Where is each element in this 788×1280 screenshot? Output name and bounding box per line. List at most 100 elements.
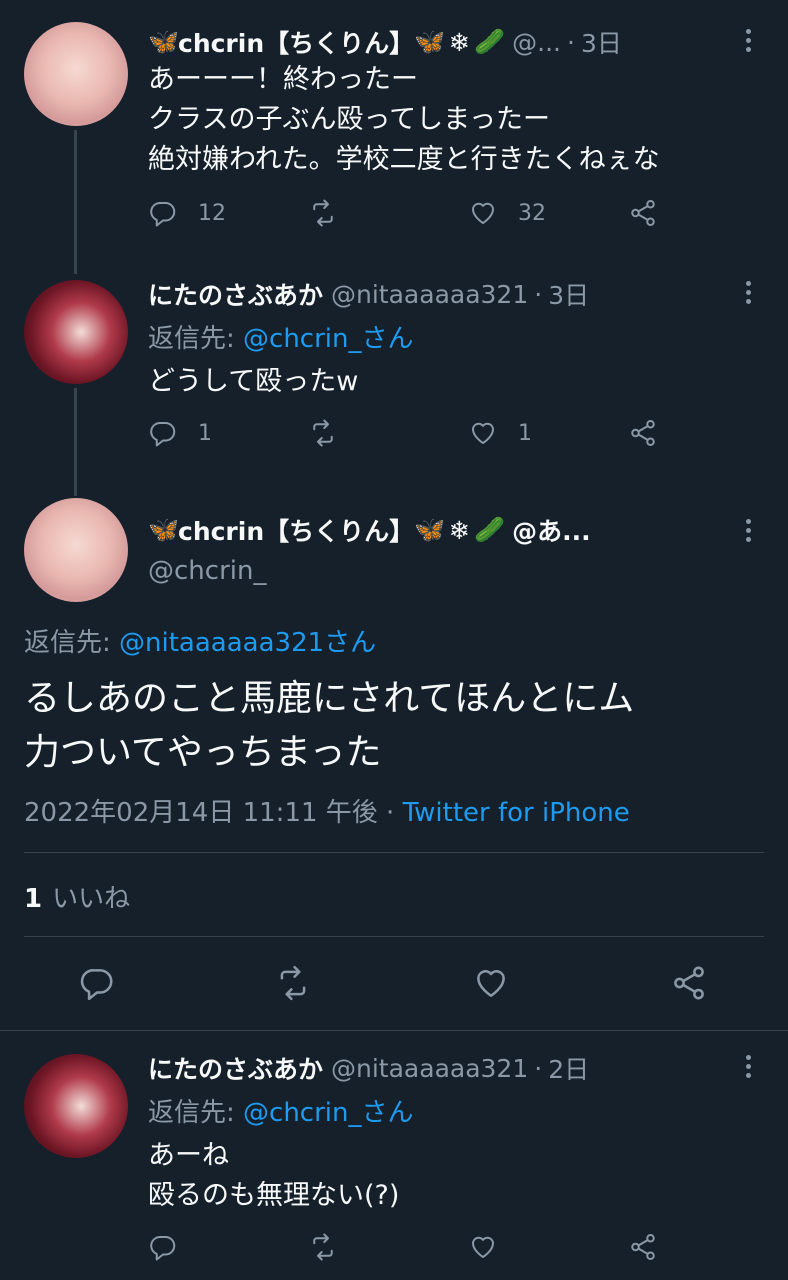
snowflake-icon: ❄ [448,27,470,57]
timestamp[interactable]: 3日 [548,276,589,312]
reply-button[interactable] [148,1232,178,1262]
divider [24,852,764,853]
butterfly-icon: 🦋 [414,515,446,544]
share-button[interactable] [628,1232,658,1262]
like-count: 32 [518,200,546,226]
butterfly-icon: 🦋 [148,515,180,544]
more-icon[interactable] [738,1048,758,1084]
retweet-icon [313,419,333,447]
text-line: あーーー！終わったー [148,64,418,95]
tweet-source[interactable]: Twitter for iPhone [403,798,630,828]
like-icon [472,202,494,224]
avatar[interactable] [24,498,128,602]
handle[interactable]: @chcrin_ [148,556,266,586]
cucumber-icon: 🥒 [474,27,506,56]
retweet-button[interactable] [308,198,338,228]
handle[interactable]: @nitaaaaaa321 [331,1054,528,1083]
divider [0,1030,788,1031]
like-button[interactable] [468,1232,498,1262]
tweet-header: にたのさぶあか @nitaaaaaa321 · 2日 [148,1048,728,1088]
tweet-actions: 12 32 [148,198,668,238]
reply-count: 1 [198,420,212,446]
text-line: クラスの子ぶん殴ってしまったー [148,104,551,135]
display-name[interactable]: にたのさぶあか [148,1050,323,1086]
avatar[interactable] [24,1054,128,1158]
more-icon[interactable] [738,274,758,310]
separator: · [534,279,543,309]
separator: · [377,798,403,828]
main-tweet-actions [0,964,788,1008]
reply-to: 返信先: @chcrin_さん [148,1092,414,1129]
share-icon [674,966,704,1000]
display-name[interactable]: chcrin【ちくりん】 [178,512,414,548]
snowflake-icon: ❄ [448,515,470,545]
share-icon [631,420,655,446]
retweet-button[interactable] [308,418,338,448]
reply-mention[interactable]: @nitaaaaaa321さん [119,628,376,658]
likes-summary[interactable]: 1 いいね [24,878,130,915]
reply-mention[interactable]: @chcrin_さん [243,1098,413,1128]
reply-mention[interactable]: @chcrin_さん [243,324,413,354]
butterfly-icon: 🦋 [148,27,180,56]
like-button[interactable] [472,964,510,1002]
tweet-text: あーーー！終わったー クラスの子ぶん殴ってしまったー 絶対嫌われた。学校二度と行… [148,60,748,180]
text-line: どうして殴ったw [148,366,359,397]
timestamp[interactable]: 3日 [581,24,622,60]
display-name-suffix[interactable]: @あ... [512,512,591,548]
reply-button[interactable] [78,964,116,1002]
reply-prefix: 返信先: [148,324,244,354]
reply-to: 返信先: @chcrin_さん [148,318,414,355]
reply-button[interactable]: 12 [148,198,226,228]
cucumber-icon: 🥒 [474,515,506,544]
retweet-button[interactable] [308,1232,338,1262]
like-icon [472,422,494,444]
divider [24,936,764,937]
reply-prefix: 返信先: [24,628,120,658]
text-line: 力ついてやっちまった [24,732,382,773]
handle[interactable]: @nitaaaaaa321 [331,280,528,309]
handle[interactable]: @... [512,28,561,57]
like-button[interactable]: 32 [468,198,546,228]
share-button[interactable] [628,418,658,448]
like-button[interactable]: 1 [468,418,532,448]
tweet-text: あーね 殴るのも無理ない(?) [148,1136,748,1216]
reply-prefix: 返信先: [148,1098,244,1128]
avatar[interactable] [24,280,128,384]
full-timestamp[interactable]: 2022年02月14日 11:11 午後 [24,798,378,828]
share-button[interactable] [670,964,708,1002]
thread-line [74,388,77,496]
reply-button[interactable]: 1 [148,418,212,448]
tweet-actions [148,1232,668,1272]
reply-icon [150,421,176,447]
more-icon[interactable] [738,22,758,58]
share-icon [631,1234,655,1260]
reply-icon [150,201,176,227]
tweet-header: にたのさぶあか @nitaaaaaa321 · 3日 [148,274,728,314]
timestamp[interactable]: 2日 [548,1050,589,1086]
like-icon [477,970,505,997]
share-icon [631,200,655,226]
separator: · [566,27,575,57]
share-button[interactable] [628,198,658,228]
display-name[interactable]: にたのさぶあか [148,276,323,312]
likes-label: いいね [52,884,131,914]
text-line: あーね [148,1140,229,1171]
reply-count: 12 [198,200,226,226]
retweet-icon [280,965,306,1001]
likes-count: 1 [24,884,43,914]
tweet-header: 🦋 chcrin【ちくりん】 🦋 ❄ 🥒 @あ... [148,510,728,550]
more-icon[interactable] [738,512,758,548]
reply-icon [150,1235,176,1261]
tweet-text: どうして殴ったw [148,362,748,402]
avatar[interactable] [24,22,128,126]
retweet-button[interactable] [274,964,312,1002]
display-name[interactable]: chcrin【ちくりん】 [178,24,414,60]
tweet-meta: 2022年02月14日 11:11 午後 · Twitter for iPhon… [24,792,630,829]
reply-icon [80,969,113,1001]
butterfly-icon: 🦋 [414,27,446,56]
thread-line [74,130,77,274]
retweet-icon [313,199,333,227]
text-line: 殴るのも無理ない(?) [148,1180,400,1211]
text-line: 絶対嫌われた。学校二度と行きたくねぇな [148,144,660,175]
tweet-actions: 1 1 [148,418,668,458]
